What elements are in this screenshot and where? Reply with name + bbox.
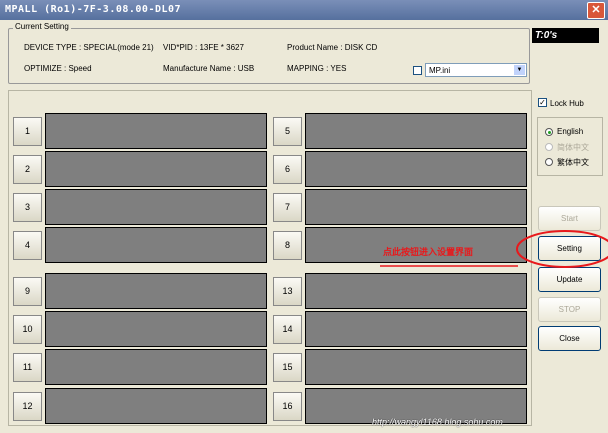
annotation-overlay bbox=[380, 230, 608, 268]
watermark: http://wangyl1168.blog.sohu.com bbox=[372, 417, 503, 427]
annotation-text: 点此按钮进入设置界面 bbox=[383, 247, 474, 257]
annotation-circle bbox=[516, 230, 608, 268]
